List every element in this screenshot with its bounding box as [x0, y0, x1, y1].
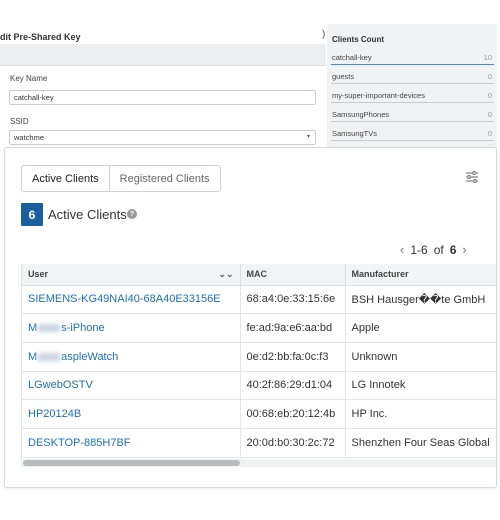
- scrollbar-thumb[interactable]: [23, 460, 240, 466]
- active-clients-heading: Active Clients: [48, 207, 127, 222]
- redacted-text: [38, 324, 61, 333]
- clients-count-item-value: 0: [487, 91, 492, 100]
- column-header-user-label: User: [28, 269, 49, 280]
- mac-cell: 68:a4:0e:33:15:6e: [240, 285, 346, 315]
- mac-cell: 20:0d:b0:30:2c:72: [240, 428, 346, 458]
- clients-card: Active Clients Registered Clients 6 Acti…: [4, 147, 497, 488]
- manufacturer-cell: Apple: [345, 313, 496, 343]
- horizontal-scrollbar[interactable]: [21, 459, 496, 467]
- filter-settings-icon[interactable]: [465, 171, 479, 183]
- ssid-label: SSID: [10, 117, 29, 126]
- mac-cell: 00:68:eb:20:12:4b: [240, 399, 346, 429]
- clients-count-item: SamsungTVs 0: [331, 126, 494, 142]
- edit-panel-title: dit Pre-Shared Key: [0, 32, 81, 42]
- user-cell[interactable]: SIEMENS-KG49NAI40-68A40E33156E: [22, 285, 241, 315]
- ssid-select[interactable]: watchme ▾: [9, 130, 316, 145]
- clients-count-bar: [331, 82, 494, 84]
- chevron-down-icon: ▾: [306, 134, 310, 140]
- chevron-right-icon[interactable]: ›: [462, 242, 466, 257]
- clients-count-bar: [331, 101, 494, 103]
- user-name-end: s-iPhone: [61, 322, 105, 335]
- manufacturer-cell: HP Inc.: [345, 399, 496, 429]
- key-name-input[interactable]: catchall-key: [9, 90, 316, 105]
- clients-count-bar: [331, 63, 494, 65]
- mac-cell: 0e:d2:bb:fa:0c:f3: [240, 342, 346, 372]
- clients-count-panel: Clients Count catchall-key 10 guests 0 my-su…: [327, 24, 497, 148]
- clients-count-item-value: 10: [483, 53, 492, 62]
- pagination: ‹ 1-6 of 6 ›: [400, 242, 467, 257]
- clients-count-item-value: 0: [487, 129, 492, 138]
- page-of: of: [433, 242, 444, 257]
- clients-count-item-name: catchall-key: [332, 53, 372, 62]
- tab-active-clients[interactable]: Active Clients: [22, 166, 110, 191]
- edit-panel-header-bar: [0, 44, 326, 66]
- active-count-badge: 6: [21, 203, 43, 226]
- user-name-start: M: [28, 350, 38, 363]
- manufacturer-cell: BSH Hausger��te GmbH: [345, 285, 496, 315]
- user-name-end: aspleWatch: [61, 350, 119, 363]
- user-cell[interactable]: HP20124B: [22, 399, 241, 429]
- page-range: 1-6: [410, 242, 428, 257]
- user-name-start: M: [28, 322, 38, 335]
- mac-cell: 40:2f:86:29:d1:04: [240, 371, 346, 401]
- manufacturer-cell: LG Innotek: [345, 371, 496, 401]
- user-cell[interactable]: MaspleWatch: [22, 342, 241, 372]
- column-header-mac[interactable]: MAC: [240, 264, 346, 286]
- table-row[interactable]: LGwebOSTV 40:2f:86:29:d1:04 LG Innotek: [22, 371, 496, 401]
- clients-count-item-name: SamsungPhones: [332, 110, 390, 119]
- user-cell[interactable]: Ms-iPhone: [22, 313, 241, 343]
- clients-count-bar: [331, 139, 494, 141]
- clients-count-item-value: 0: [487, 110, 492, 119]
- clients-count-item-name: SamsungTVs: [332, 129, 378, 138]
- clients-count-item-name: guests: [332, 72, 355, 81]
- table-row[interactable]: Ms-iPhone fe:ad:9a:e6:aa:bd Apple: [22, 313, 496, 343]
- chevron-left-icon[interactable]: ‹: [400, 242, 404, 257]
- column-header-user[interactable]: User ⌄⌄: [22, 264, 241, 286]
- mac-cell: fe:ad:9a:e6:aa:bd: [240, 313, 346, 343]
- stray-paren: ): [322, 29, 326, 40]
- clients-count-item-name: my-super-important-devices: [332, 91, 425, 100]
- edit-psk-panel: dit Pre-Shared Key Key Name catchall-key…: [0, 24, 326, 145]
- clients-table-wrap: User ⌄⌄ MAC Manufacturer SIEMENS-KG49NAI…: [21, 264, 496, 466]
- tab-registered-clients[interactable]: Registered Clients: [110, 166, 220, 191]
- table-row[interactable]: MaspleWatch 0e:d2:bb:fa:0c:f3 Unknown: [22, 342, 496, 372]
- table-row[interactable]: SIEMENS-KG49NAI40-68A40E33156E 68:a4:0e:3…: [22, 285, 496, 315]
- clients-count-item: catchall-key 10: [331, 50, 494, 66]
- help-icon[interactable]: ?: [127, 209, 137, 219]
- clients-tabs: Active Clients Registered Clients: [21, 165, 221, 192]
- clients-count-item: my-super-important-devices 0: [331, 88, 494, 104]
- user-name-start: LGwebOSTV: [28, 379, 93, 392]
- user-cell[interactable]: DESKTOP-885H7BF: [22, 428, 241, 458]
- user-name-start: HP20124B: [28, 408, 82, 421]
- clients-count-title: Clients Count: [332, 35, 384, 44]
- chevron-double-down-icon[interactable]: ⌄⌄: [218, 269, 233, 280]
- clients-count-item-value: 0: [487, 72, 492, 81]
- ssid-select-value: watchme: [14, 133, 45, 142]
- table-row[interactable]: DESKTOP-885H7BF 20:0d:b0:30:2c:72 Shenzhen…: [22, 428, 496, 458]
- column-header-manufacturer[interactable]: Manufacturer: [345, 264, 496, 286]
- clients-count-item: guests 0: [331, 69, 494, 85]
- clients-table: User ⌄⌄ MAC Manufacturer SIEMENS-KG49NAI…: [22, 264, 496, 458]
- user-name-start: DESKTOP-885H7BF: [28, 436, 131, 449]
- clients-count-bar: [331, 120, 494, 122]
- clients-count-item: SamsungPhones 0: [331, 107, 494, 123]
- key-name-label: Key Name: [10, 74, 48, 83]
- table-header-row: User ⌄⌄ MAC Manufacturer: [22, 264, 496, 286]
- manufacturer-cell: Shenzhen Four Seas Global: [345, 428, 496, 458]
- manufacturer-cell: Unknown: [345, 342, 496, 372]
- table-row[interactable]: HP20124B 00:68:eb:20:12:4b HP Inc.: [22, 399, 496, 429]
- user-cell[interactable]: LGwebOSTV: [22, 371, 241, 401]
- page-total: 6: [449, 242, 457, 257]
- user-name-start: SIEMENS-KG49NAI40-68A40E33156E: [28, 293, 221, 306]
- clients-count-bar-fill: [331, 63, 494, 65]
- redacted-text: [38, 352, 61, 361]
